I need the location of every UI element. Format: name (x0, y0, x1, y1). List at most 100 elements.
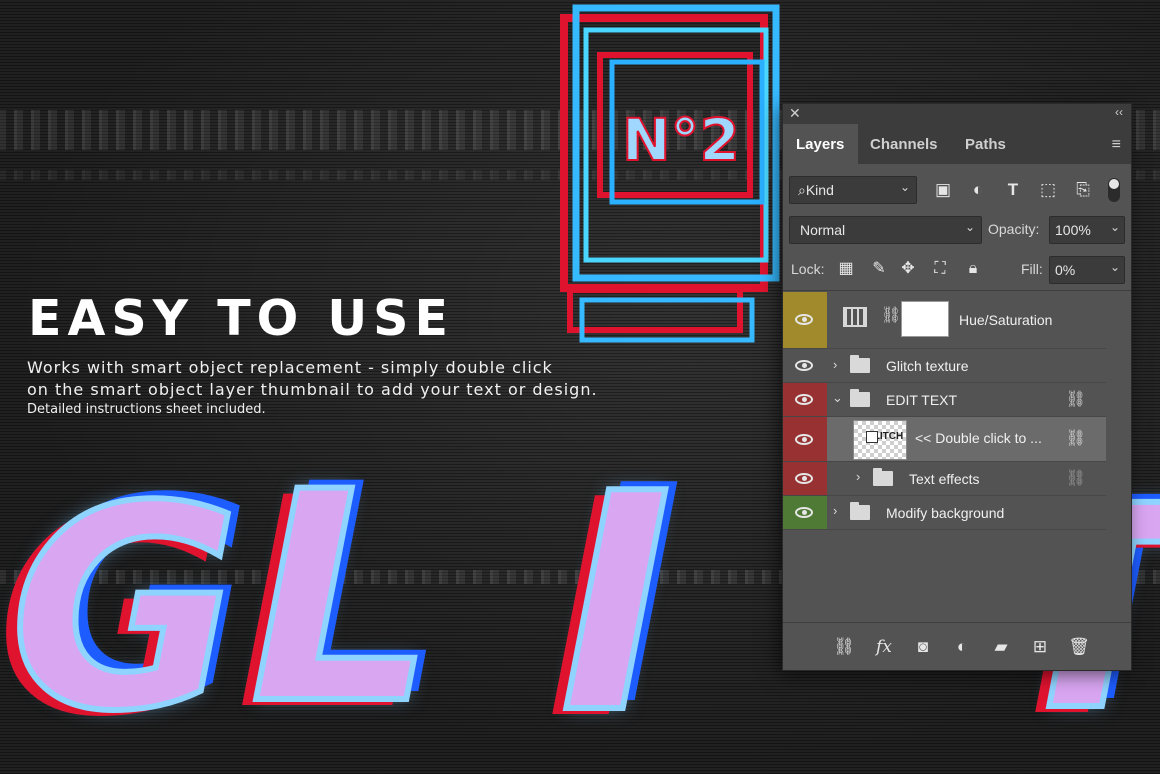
trash-icon[interactable]: 🗑︎ (1068, 637, 1090, 657)
layer-name: Hue/Saturation (959, 312, 1053, 328)
add-mask-icon[interactable]: ◙ (912, 637, 934, 657)
layer-row[interactable]: › Text effects ⛓︎ (783, 462, 1106, 496)
lock-transparency-icon[interactable]: ▦ (836, 259, 856, 279)
layer-name: Text effects (909, 471, 980, 487)
fill-value: 0% (1055, 262, 1076, 278)
svg-text:N°2: N°2 (622, 106, 740, 174)
adjustment-layer-icon (843, 307, 867, 327)
layer-row[interactable]: ⌄ EDIT TEXT ⛓︎ (783, 383, 1106, 417)
adjustment-filter-icon[interactable]: ◐ (968, 180, 988, 200)
filter-kind-select[interactable]: ⌕Kind ⌄ (789, 176, 917, 204)
monitor-icon: N°2 (560, 4, 780, 343)
panel-footer: ⛓︎ fx ◙ ◐ ▰ ⊞ 🗑︎ (783, 622, 1131, 671)
layer-filter-row: ⌕Kind ⌄ ▣ ◐ T ⬚ ⎘ (783, 176, 1131, 206)
fill-input[interactable]: 0% ⌄ (1049, 256, 1125, 284)
new-layer-icon[interactable]: ⊞ (1029, 637, 1051, 657)
image-filter-icon[interactable]: ▣ (933, 180, 953, 200)
description-line: Works with smart object replacement - si… (27, 358, 553, 377)
opacity-input[interactable]: 100% ⌄ (1049, 216, 1125, 244)
type-filter-icon[interactable]: T (1003, 180, 1023, 200)
glitch-letter: L (247, 431, 438, 768)
opacity-value: 100% (1055, 222, 1091, 238)
link-icon: ⛓︎ (1065, 470, 1086, 487)
eye-icon (795, 507, 813, 518)
visibility-toggle[interactable] (783, 383, 827, 416)
eye-icon (795, 360, 813, 371)
visibility-toggle[interactable] (783, 292, 827, 348)
smart-object-badge-icon (866, 431, 878, 443)
link-icon: ⛓︎ (1065, 391, 1086, 408)
layer-row[interactable]: › Glitch texture (783, 349, 1106, 383)
filter-kind-text: Kind (805, 182, 834, 198)
visibility-toggle[interactable] (783, 496, 827, 529)
panel-tabs: Layers Channels Paths ≡ (783, 124, 1131, 164)
tab-layers[interactable]: Layers (796, 136, 844, 153)
layers-panel: ✕ ‹‹ Layers Channels Paths ≡ ⌕Kind ⌄ ▣ ◐… (783, 104, 1131, 670)
eye-icon (795, 434, 813, 445)
chevron-down-icon: ⌄ (899, 180, 910, 194)
description-line: on the smart object layer thumbnail to a… (27, 380, 598, 399)
lock-artboard-icon[interactable]: ⛶ (930, 259, 950, 279)
layer-row[interactable]: › Modify background (783, 496, 1106, 530)
panel-title-bar[interactable]: ✕ ‹‹ (783, 104, 1131, 124)
folder-icon (873, 468, 893, 486)
blend-row: Normal ⌄ Opacity: 100% ⌄ (783, 216, 1131, 244)
chevron-right-icon[interactable]: › (833, 503, 837, 518)
layers-list: ⛓︎ Hue/Saturation › Glitch texture ⌄ EDI… (783, 292, 1131, 622)
new-group-icon[interactable]: ▰ (990, 637, 1012, 657)
opacity-label: Opacity: (988, 221, 1040, 237)
smart-object-thumbnail[interactable]: GLITCH (853, 420, 907, 460)
fill-label: Fill: (1021, 261, 1043, 277)
eye-icon (795, 394, 813, 405)
panel-menu-icon[interactable]: ≡ (1112, 136, 1121, 154)
layer-mask-thumbnail[interactable] (901, 301, 949, 337)
folder-open-icon (850, 389, 870, 407)
visibility-toggle[interactable] (783, 417, 827, 461)
lock-all-icon[interactable]: 🔒︎ (963, 259, 983, 279)
layer-name: << Double click to ... (915, 430, 1042, 446)
layer-row[interactable]: ⛓︎ Hue/Saturation (783, 292, 1106, 349)
filter-toggle[interactable] (1108, 178, 1120, 202)
chevron-down-icon: ⌄ (964, 220, 975, 234)
divider (783, 290, 1131, 291)
glitch-monitor-art: N°2 (540, 0, 790, 360)
visibility-toggle[interactable] (783, 462, 827, 495)
link-icon: ⛓︎ (1065, 430, 1086, 447)
chevron-down-icon[interactable]: ⌄ (1110, 220, 1120, 234)
chevron-down-icon[interactable]: ⌄ (1110, 260, 1120, 274)
glitch-letter: G (7, 447, 243, 773)
tab-channels[interactable]: Channels (870, 136, 938, 153)
headline: EASY TO USE (28, 290, 454, 347)
instructions-note: Detailed instructions sheet included. (27, 402, 266, 417)
glitch-letter: I (557, 430, 675, 774)
tab-paths[interactable]: Paths (965, 136, 1006, 153)
eye-icon (795, 314, 813, 325)
link-icon: ⛓︎ (881, 307, 902, 324)
layer-name: Modify background (886, 505, 1005, 521)
lock-row: Lock: ▦ ✎ ✥ ⛶ 🔒︎ Fill: 0% ⌄ (783, 256, 1131, 284)
eye-icon (795, 473, 813, 484)
lock-label: Lock: (791, 261, 825, 277)
fx-icon[interactable]: fx (873, 637, 895, 657)
blend-mode-value: Normal (800, 222, 846, 238)
link-layers-icon[interactable]: ⛓︎ (833, 637, 855, 657)
layer-row[interactable]: GLITCH << Double click to ... ⛓︎ (783, 417, 1106, 462)
folder-icon (850, 355, 870, 373)
smart-object-filter-icon[interactable]: ⎘ (1073, 180, 1093, 200)
close-icon[interactable]: ✕ (789, 105, 801, 122)
lock-position-icon[interactable]: ✥ (898, 259, 918, 279)
visibility-toggle[interactable] (783, 349, 827, 382)
chevron-right-icon[interactable]: › (856, 469, 860, 484)
collapse-icon[interactable]: ‹‹ (1115, 105, 1123, 119)
folder-icon (850, 502, 870, 520)
chevron-right-icon[interactable]: › (833, 357, 837, 372)
layer-name: EDIT TEXT (886, 392, 958, 408)
blend-mode-select[interactable]: Normal ⌄ (789, 216, 982, 244)
layer-name: Glitch texture (886, 358, 969, 374)
new-adjustment-icon[interactable]: ◐ (951, 637, 973, 657)
search-icon: ⌕ (798, 182, 806, 198)
filter-kind-label: ⌕Kind (798, 182, 834, 199)
chevron-down-icon[interactable]: ⌄ (832, 390, 843, 406)
shape-filter-icon[interactable]: ⬚ (1038, 180, 1058, 200)
lock-brush-icon[interactable]: ✎ (869, 259, 889, 279)
